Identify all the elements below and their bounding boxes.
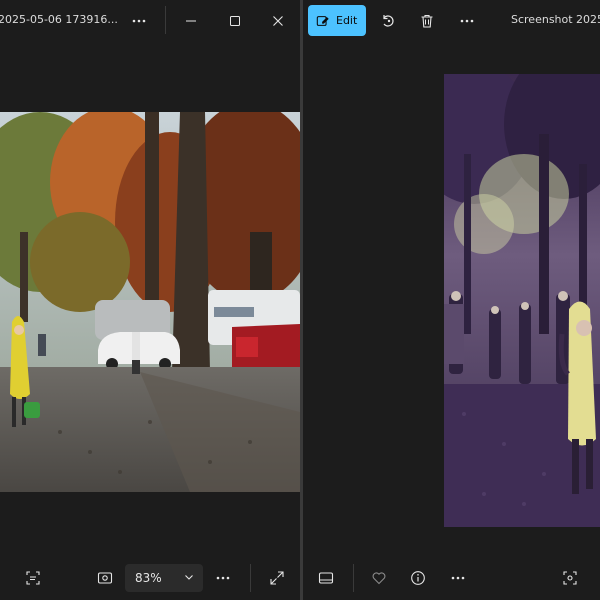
minimize-icon xyxy=(186,20,196,22)
fullscreen-icon xyxy=(270,571,284,585)
edit-image-icon xyxy=(316,15,329,26)
left-titlebar: 2025-05-06 173916... xyxy=(0,0,300,42)
left-window-title: 2025-05-06 173916... xyxy=(0,13,118,26)
fit-to-window-icon xyxy=(97,572,113,584)
left-bottom-toolbar: 83% xyxy=(0,556,300,600)
bottom-separator xyxy=(353,564,354,592)
left-photo-window: 2025-05-06 173916... 83% xyxy=(0,0,300,600)
filmstrip-button[interactable] xyxy=(311,563,341,593)
fit-to-window-button[interactable] xyxy=(90,563,120,593)
edit-button[interactable]: Edit xyxy=(308,5,366,36)
delete-button[interactable] xyxy=(412,6,442,36)
bottom-separator xyxy=(250,564,251,592)
right-titlebar: Edit Screenshot 2025-0 xyxy=(303,0,600,42)
fit-to-window-icon xyxy=(563,571,577,585)
titlebar-separator xyxy=(165,6,166,34)
zoom-level-value: 83% xyxy=(135,571,162,585)
left-more-button[interactable] xyxy=(124,6,154,36)
right-bottom-more-button[interactable] xyxy=(443,563,473,593)
heart-icon xyxy=(372,572,386,585)
chevron-down-icon xyxy=(185,575,193,580)
info-icon xyxy=(411,571,425,585)
trash-icon xyxy=(421,14,433,28)
more-horizontal-icon xyxy=(132,19,146,23)
scan-text-icon xyxy=(26,571,40,585)
rotate-icon xyxy=(383,15,394,27)
right-photo xyxy=(444,74,600,527)
close-button[interactable] xyxy=(263,6,293,36)
right-fit-to-window-button[interactable] xyxy=(555,563,585,593)
park-photo-image xyxy=(0,112,300,492)
filmstrip-icon xyxy=(318,572,334,584)
close-icon xyxy=(273,16,283,26)
right-more-button[interactable] xyxy=(452,6,482,36)
purple-filtered-photo-image xyxy=(444,74,600,527)
favorite-button[interactable] xyxy=(364,563,394,593)
info-button[interactable] xyxy=(403,563,433,593)
maximize-button[interactable] xyxy=(220,6,250,36)
more-horizontal-icon xyxy=(216,576,230,580)
minimize-button[interactable] xyxy=(176,6,206,36)
rotate-button[interactable] xyxy=(373,6,403,36)
scan-text-button[interactable] xyxy=(18,563,48,593)
maximize-icon xyxy=(230,16,240,26)
bottom-more-button[interactable] xyxy=(208,563,238,593)
right-bottom-toolbar xyxy=(303,556,600,600)
fullscreen-button[interactable] xyxy=(262,563,292,593)
right-window-title: Screenshot 2025-0 xyxy=(511,13,600,26)
right-photo-window: Edit Screenshot 2025-0 xyxy=(303,0,600,600)
left-photo xyxy=(0,112,300,492)
more-horizontal-icon xyxy=(460,19,474,23)
edit-button-label: Edit xyxy=(336,14,358,27)
zoom-level-dropdown[interactable]: 83% xyxy=(125,564,203,592)
more-horizontal-icon xyxy=(451,576,465,580)
